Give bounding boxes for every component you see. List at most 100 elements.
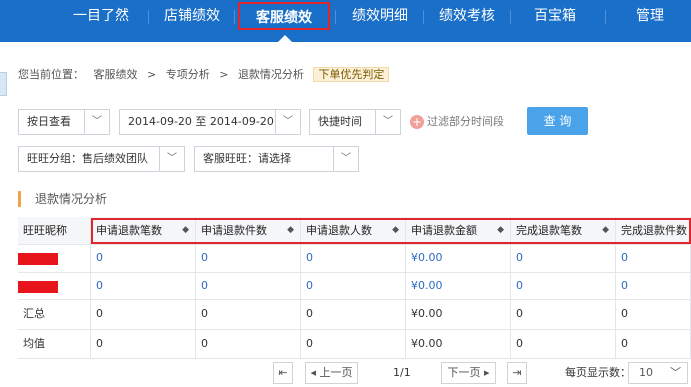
breadcrumb-separator: >: [147, 68, 157, 81]
view-mode-value: 按日查看: [27, 115, 71, 128]
group-select[interactable]: 旺旺分组：售后绩效团队 ﹀: [18, 146, 185, 172]
table-cell: 0: [196, 329, 301, 358]
last-page-button[interactable]: ⇥: [507, 362, 527, 384]
table-cell: 0: [196, 299, 301, 329]
nav-item-performance-detail[interactable]: 绩效明细: [340, 0, 420, 32]
quick-time-value: 快捷时间: [318, 115, 362, 128]
group-value: 旺旺分组：售后绩效团队: [27, 152, 148, 165]
table-cell: 0: [616, 299, 691, 329]
sort-icon[interactable]: ◆: [182, 217, 189, 244]
nav-separator: [423, 10, 424, 24]
cell-nickname: [18, 272, 91, 299]
service-account-value: 客服旺旺：请选择: [203, 152, 291, 165]
cell-nickname: 均值: [18, 329, 91, 358]
nav-item-admin[interactable]: 管理: [620, 0, 680, 32]
breadcrumb-item-refund-analysis: 退款情况分析: [237, 68, 304, 81]
service-account-select[interactable]: 客服旺旺：请选择 ﹀: [194, 146, 359, 172]
date-range-picker[interactable]: 2014-09-20 至 2014-09-20 ﹀: [119, 109, 301, 135]
chevron-down-icon: ﹀: [375, 110, 400, 134]
table-cell[interactable]: ¥0.00: [406, 272, 511, 299]
sort-icon[interactable]: ◆: [392, 217, 399, 244]
first-page-button[interactable]: ⇤: [273, 362, 293, 384]
nav-separator: [335, 10, 336, 24]
filter-time-range-label: 过滤部分时间段: [427, 115, 504, 128]
order-priority-tag: 下单优先判定: [313, 67, 390, 82]
table-cell: 0: [301, 329, 406, 358]
view-mode-select[interactable]: 按日查看 ﹀: [18, 109, 110, 135]
nav-item-overview[interactable]: 一目了然: [62, 0, 140, 32]
page-indicator: 1/1: [393, 366, 411, 379]
per-page-select[interactable]: 10 ﹀: [628, 362, 688, 384]
table-cell[interactable]: 0: [301, 244, 406, 272]
breadcrumb-prefix: 您当前位置：: [18, 68, 84, 81]
breadcrumb-item-special-analysis[interactable]: 专项分析: [166, 68, 210, 81]
date-range-value: 2014-09-20 至 2014-09-20: [128, 115, 274, 128]
redacted-name-block: [18, 253, 58, 265]
table-cell[interactable]: 0: [616, 244, 691, 272]
table-cell: 0: [511, 299, 616, 329]
table-cell: ¥0.00: [406, 299, 511, 329]
cell-nickname: 汇总: [18, 299, 91, 329]
nav-separator: [148, 10, 149, 24]
table-cell: ¥0.00: [406, 329, 511, 358]
prev-page-button[interactable]: ◂ 上一页: [305, 362, 358, 384]
table-cell: 0: [616, 329, 691, 358]
section-title: 退款情况分析: [18, 191, 107, 207]
table-cell[interactable]: 0: [616, 272, 691, 299]
sort-icon[interactable]: ◆: [497, 217, 504, 244]
table-cell: 0: [91, 299, 196, 329]
table-row: 0 0 0 ¥0.00 0 0: [18, 272, 691, 300]
chevron-down-icon: ﹀: [275, 110, 300, 134]
header-completed-refunds[interactable]: 完成退款笔数 ◆: [511, 217, 616, 244]
sort-icon[interactable]: ◆: [602, 217, 609, 244]
table-cell: 0: [91, 329, 196, 358]
sidebar-toggle[interactable]: [0, 72, 7, 96]
chevron-down-icon: ﹀: [84, 110, 109, 134]
redacted-name-block: [18, 281, 58, 293]
nav-item-store-performance[interactable]: 店铺绩效: [152, 0, 232, 32]
chevron-right-icon: ▸: [483, 366, 490, 379]
header-refund-people[interactable]: 申请退款人数 ◆: [301, 217, 406, 244]
table-row: 汇总 0 0 0 ¥0.00 0 0: [18, 299, 691, 330]
chevron-down-icon: ﹀: [333, 147, 358, 171]
breadcrumb: 您当前位置： 客服绩效 > 专项分析 > 退款情况分析 下单优先判定: [18, 66, 395, 84]
table-cell[interactable]: 0: [196, 272, 301, 299]
table-cell: 0: [301, 299, 406, 329]
header-refund-items[interactable]: 申请退款件数 ◆: [196, 217, 301, 244]
table-cell[interactable]: 0: [301, 272, 406, 299]
table-row: 0 0 0 ¥0.00 0 0: [18, 244, 691, 273]
nav-item-service-performance[interactable]: 客服绩效: [238, 2, 330, 30]
next-page-button[interactable]: 下一页 ▸: [441, 362, 496, 384]
table-cell[interactable]: 0: [91, 244, 196, 272]
active-nav-caret: [278, 35, 292, 42]
header-refund-requests[interactable]: 申请退款笔数 ◆: [91, 217, 196, 244]
breadcrumb-item-service-performance[interactable]: 客服绩效: [94, 68, 138, 81]
filter-time-range-button[interactable]: + 过滤部分时间段: [410, 109, 504, 135]
top-nav-bar: 一目了然 店铺绩效 客服绩效 绩效明细 绩效考核 百宝箱 管理: [0, 0, 691, 42]
per-page-label: 每页显示数：: [565, 366, 631, 379]
sort-icon[interactable]: ◆: [287, 217, 294, 244]
nav-separator: [605, 10, 606, 24]
nav-separator: [234, 10, 235, 24]
table-cell: 0: [511, 329, 616, 358]
table-cell[interactable]: 0: [511, 272, 616, 299]
chevron-down-icon: ﹀: [159, 147, 184, 171]
chevron-down-icon: ﹀: [670, 366, 681, 379]
nav-separator: [510, 10, 511, 24]
table-cell[interactable]: 0: [511, 244, 616, 272]
plus-icon: +: [410, 115, 424, 129]
breadcrumb-separator: >: [219, 68, 229, 81]
query-button[interactable]: 查 询: [527, 107, 588, 135]
table-header-row: 旺旺昵称 申请退款笔数 ◆ 申请退款件数 ◆ 申请退款人数 ◆ 申请退款金额 ◆ 完成退…: [18, 217, 691, 245]
header-nickname: 旺旺昵称: [18, 217, 91, 244]
cell-nickname: [18, 244, 91, 272]
quick-time-select[interactable]: 快捷时间 ﹀: [309, 109, 401, 135]
nav-item-performance-review[interactable]: 绩效考核: [427, 0, 507, 32]
header-completed-items[interactable]: 完成退款件数: [616, 217, 691, 244]
table-cell[interactable]: 0: [91, 272, 196, 299]
header-refund-amount[interactable]: 申请退款金额 ◆: [406, 217, 511, 244]
table-cell[interactable]: 0: [196, 244, 301, 272]
table-cell[interactable]: ¥0.00: [406, 244, 511, 272]
chevron-left-icon: ◂: [310, 366, 317, 379]
nav-item-toolbox[interactable]: 百宝箱: [518, 0, 592, 32]
